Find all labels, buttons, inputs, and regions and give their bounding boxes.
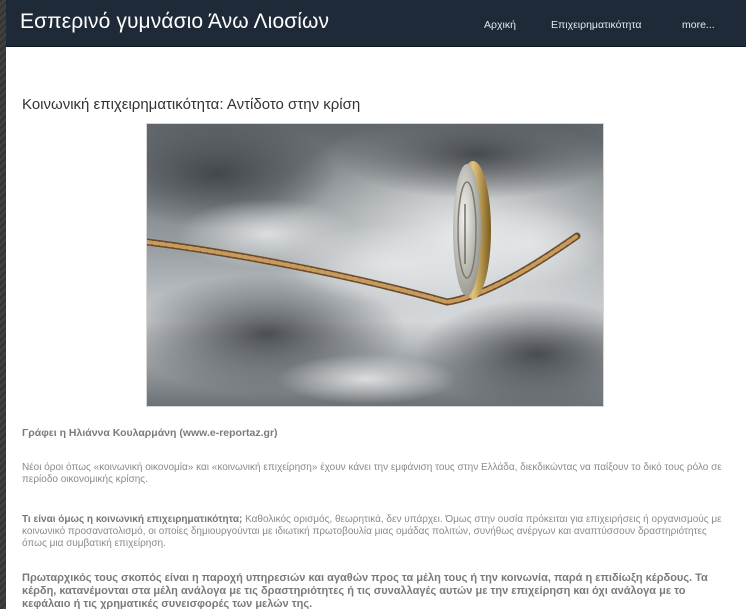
article-title[interactable]: Κοινωνική επιχειρηματικότητα: Αντίδοτο σ… [22,96,360,113]
nav-item-home[interactable]: Αρχική [484,19,516,31]
page: Εσπερινό γυμνάσιο Άνω Λιοσίων Αρχική Επι… [6,0,746,609]
article-paragraph-1: Νέοι όροι όπως «κοινωνική οικονομία» και… [22,462,722,485]
site-title[interactable]: Εσπερινό γυμνάσιο Άνω Λιοσίων [20,10,329,34]
article-paragraph-2: Τι είναι όμως η κοινωνική επιχειρηματικό… [22,514,728,550]
article-hero-image [146,123,604,407]
euro-coin-on-rope-image [147,124,603,406]
nav-item-more[interactable]: more... [682,19,715,31]
article-paragraph-3: Πρωταρχικός τους σκοπός είναι η παροχή υ… [22,572,708,609]
nav-item-entrepreneurship[interactable]: Επιχειρηματικότητα [551,19,641,31]
article-byline: Γράφει η Ηλιάννα Κουλαρμάνη (www.e-repor… [22,427,278,439]
site-header: Εσπερινό γυμνάσιο Άνω Λιοσίων Αρχική Επι… [6,0,746,47]
paragraph-2-lead: Τι είναι όμως η κοινωνική επιχειρηματικό… [22,514,243,525]
